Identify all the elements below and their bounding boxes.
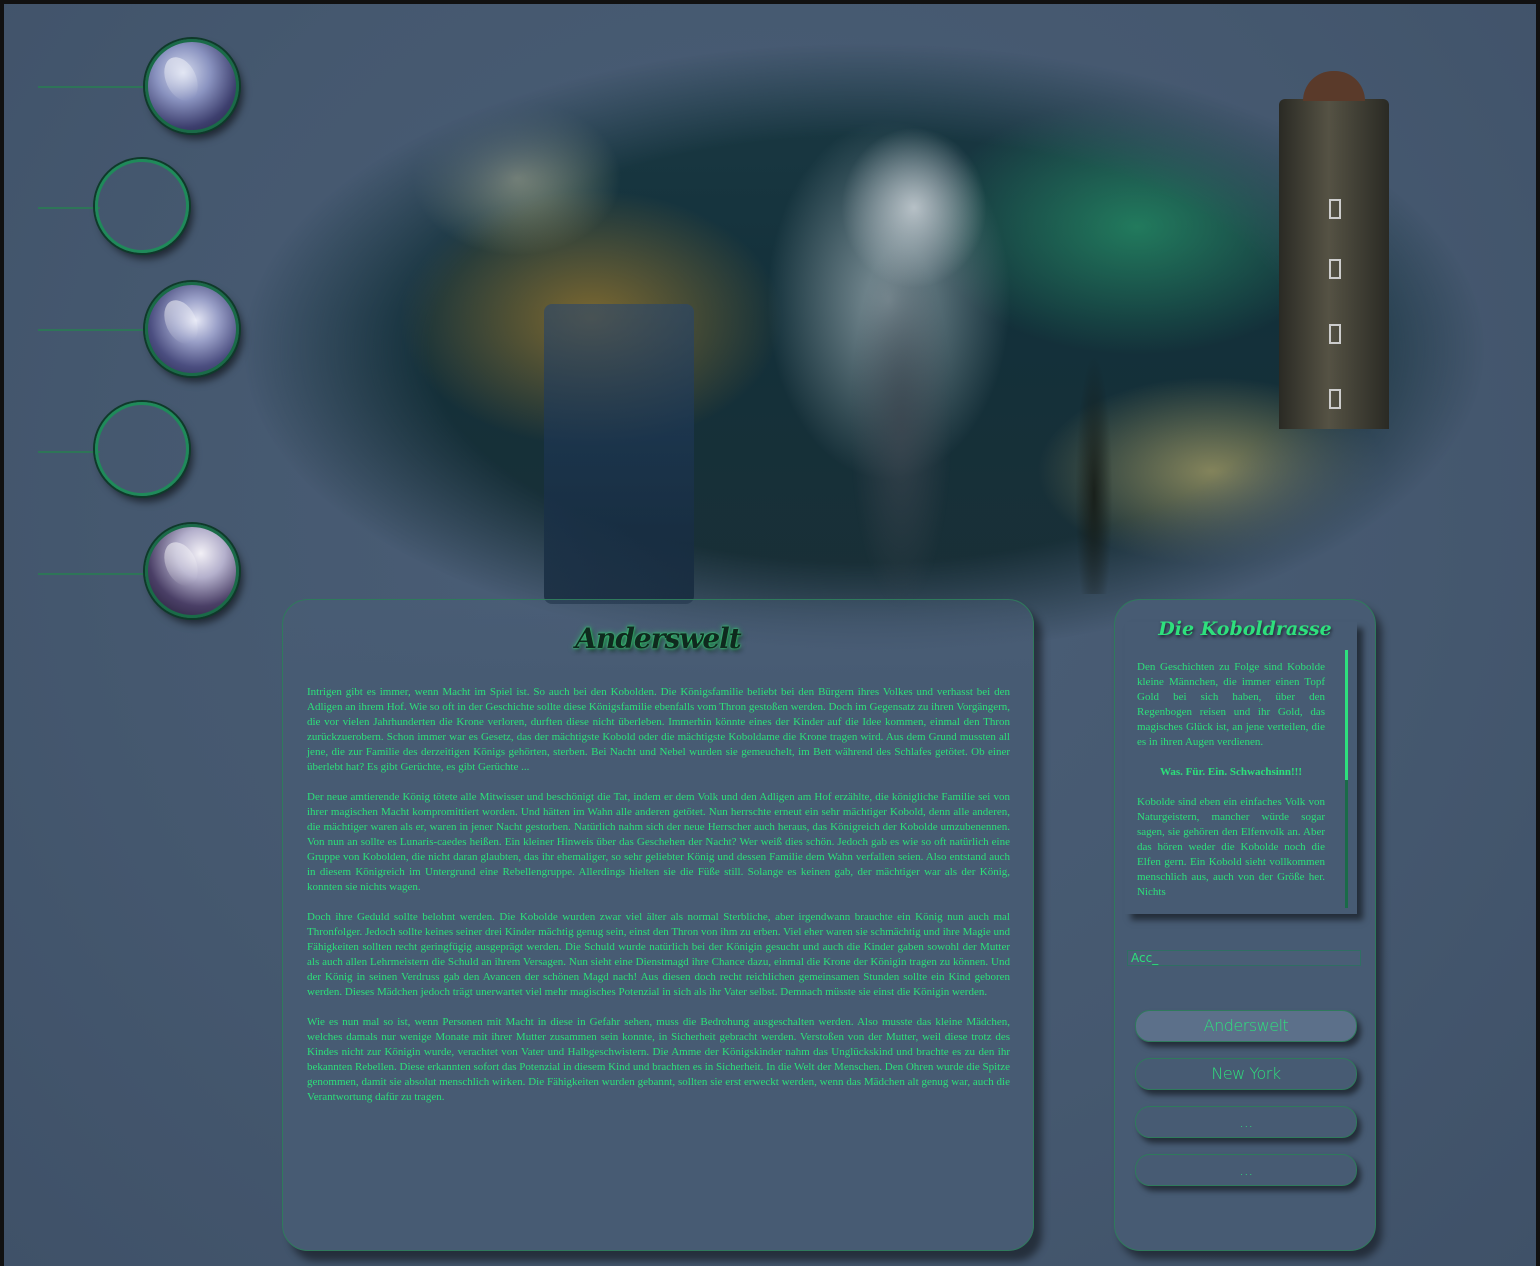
nav-button-anderswelt[interactable]: Anderswelt bbox=[1135, 1010, 1357, 1042]
avatar-5[interactable] bbox=[145, 524, 239, 618]
sidebar-title: Die Koboldrasse bbox=[1158, 618, 1332, 640]
nav-button-placeholder-3[interactable]: ... bbox=[1135, 1106, 1357, 1138]
acc-input[interactable] bbox=[1127, 950, 1361, 966]
avatar-1[interactable] bbox=[145, 39, 239, 133]
nav-button-placeholder-4[interactable]: ... bbox=[1135, 1154, 1357, 1186]
avatar-connector-line bbox=[38, 451, 100, 453]
sidebar-paragraph: Den Geschichten zu Folge sind Kobolde kl… bbox=[1137, 661, 1325, 748]
sidebar-panel: Die Koboldrasse Den Geschichten zu Folge… bbox=[1114, 599, 1376, 1251]
story-paragraph: Intrigen gibt es immer, wenn Macht im Sp… bbox=[307, 686, 1010, 773]
story-paragraph: Wie es nun mal so ist, wenn Personen mit… bbox=[307, 1016, 1011, 1103]
avatar-4-empty[interactable] bbox=[95, 402, 189, 496]
main-content-panel: Anderswelt Intrigen gibt es immer, wenn … bbox=[282, 599, 1034, 1251]
main-story-text: Intrigen gibt es immer, wenn Macht im Sp… bbox=[307, 685, 1010, 1120]
banner-bookcase-element bbox=[544, 304, 694, 604]
sidebar-paragraph: Kobolde sind eben ein einfaches Volk von… bbox=[1137, 796, 1325, 898]
sidebar-scroll-text[interactable]: Den Geschichten zu Folge sind Kobolde kl… bbox=[1137, 660, 1325, 910]
nav-button-new-york[interactable]: New York bbox=[1135, 1058, 1357, 1090]
sidebar-emphasis: Was. Für. Ein. Schwachsinn!!! bbox=[1159, 766, 1303, 778]
main-title: Anderswelt bbox=[575, 622, 741, 655]
banner-figure-element bbox=[784, 114, 1044, 634]
story-paragraph: Doch ihre Geduld sollte belohnt werden. … bbox=[307, 911, 1010, 998]
avatar-connector-line bbox=[38, 86, 150, 88]
scrollbar-thumb[interactable] bbox=[1345, 650, 1348, 780]
sidebar-scrollbar[interactable] bbox=[1345, 650, 1348, 908]
avatar-2-empty[interactable] bbox=[95, 159, 189, 253]
banner-lighthouse-element bbox=[1279, 71, 1389, 429]
page-frame: Anderswelt Intrigen gibt es immer, wenn … bbox=[4, 4, 1536, 1266]
avatar-connector-line bbox=[38, 573, 150, 575]
avatar-connector-line bbox=[38, 329, 150, 331]
avatar-3[interactable] bbox=[145, 282, 239, 376]
story-paragraph: Der neue amtierende König tötete alle Mi… bbox=[307, 791, 1010, 893]
avatar-connector-line bbox=[38, 207, 100, 209]
